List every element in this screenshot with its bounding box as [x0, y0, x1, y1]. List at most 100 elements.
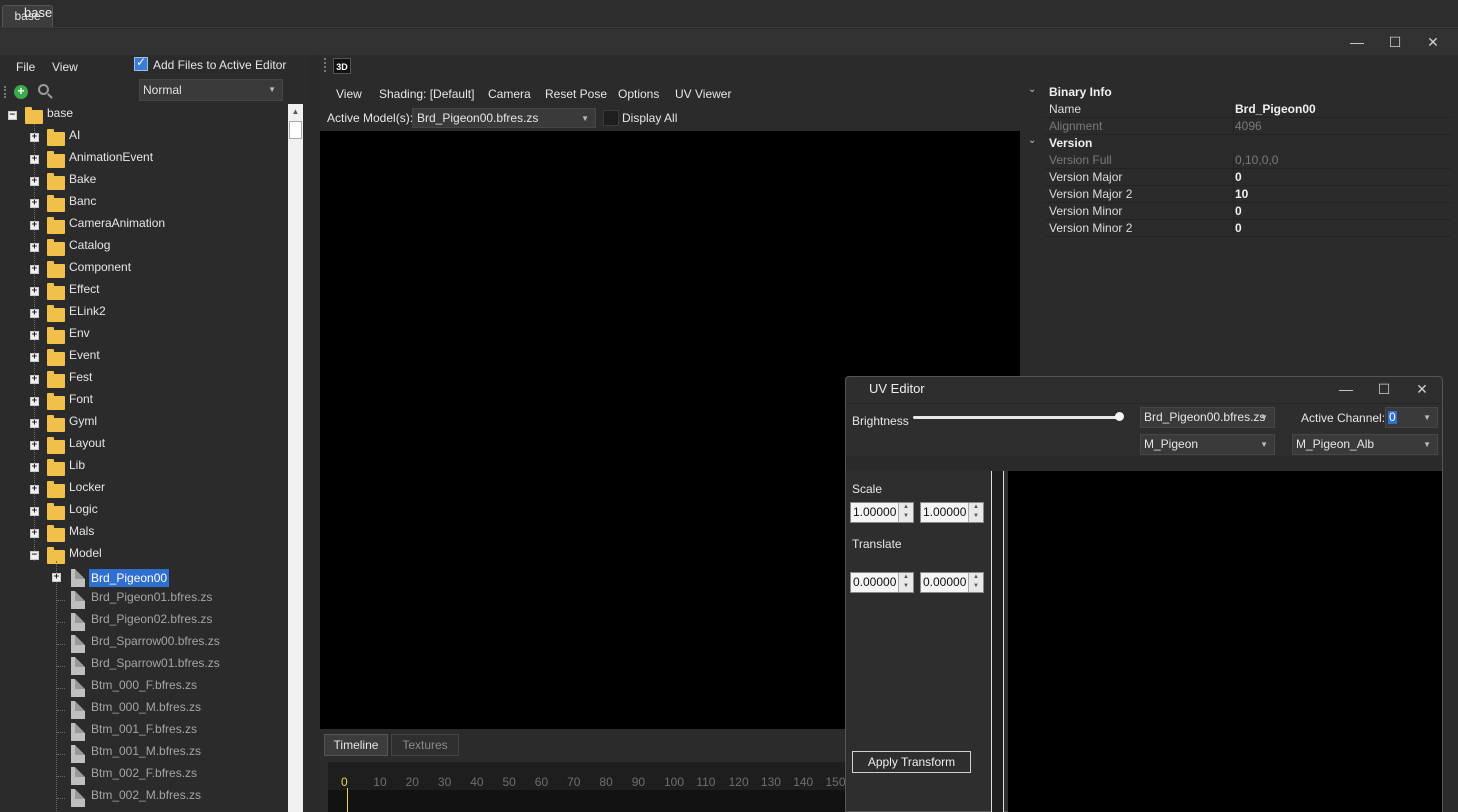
timeline-playhead[interactable]: [347, 788, 348, 812]
scale-y-input[interactable]: 1.00000 ▲ ▼: [920, 502, 984, 523]
tree-item-folder[interactable]: Gyml: [69, 414, 97, 428]
property-row[interactable]: Name Brd_Pigeon00: [1045, 101, 1451, 118]
expand-icon[interactable]: +: [30, 155, 39, 164]
expand-icon[interactable]: +: [30, 309, 39, 318]
expand-icon[interactable]: +: [30, 177, 39, 186]
property-row[interactable]: Version Minor 0: [1045, 203, 1451, 220]
menu-file[interactable]: File: [16, 60, 35, 74]
tree-item-folder[interactable]: AnimationEvent: [69, 150, 153, 164]
translate-x-input[interactable]: 0.00000 ▲ ▼: [850, 572, 914, 593]
tree-item-folder[interactable]: Catalog: [69, 238, 110, 252]
tree-item-file[interactable]: Btm_001_F.bfres.zs: [91, 722, 197, 736]
tree-item-file[interactable]: Btm_001_M.bfres.zs: [91, 744, 201, 758]
property-row[interactable]: Version Major 0: [1045, 169, 1451, 186]
expand-icon[interactable]: +: [30, 265, 39, 274]
translate-y-input[interactable]: 0.00000 ▲ ▼: [920, 572, 984, 593]
brightness-slider-handle[interactable]: [1115, 412, 1124, 421]
spinner-arrows-icon[interactable]: ▲ ▼: [968, 503, 983, 522]
timeline-track[interactable]: [328, 790, 845, 812]
tree-item-folder[interactable]: Logic: [69, 502, 98, 516]
expand-icon[interactable]: +: [30, 199, 39, 208]
expand-icon[interactable]: +: [30, 419, 39, 428]
tree-item-folder[interactable]: Locker: [69, 480, 105, 494]
tree-item-folder[interactable]: Font: [69, 392, 93, 406]
viewer-menu-uv-viewer[interactable]: UV Viewer: [675, 87, 731, 101]
tree-item-folder[interactable]: Model: [69, 546, 102, 560]
close-icon[interactable]: ✕: [1423, 32, 1443, 52]
scroll-up-icon[interactable]: ▲: [288, 104, 303, 120]
panel-splitter[interactable]: [308, 55, 320, 812]
spinner-arrows-icon[interactable]: ▲ ▼: [898, 503, 913, 522]
tree-item-selected[interactable]: Brd_Pigeon00: [89, 569, 170, 587]
tree-item-folder[interactable]: Component: [69, 260, 131, 274]
tree-item-file[interactable]: Brd_Pigeon01.bfres.zs: [91, 590, 212, 604]
tree-item-folder[interactable]: AI: [69, 128, 80, 142]
expand-icon[interactable]: +: [30, 331, 39, 340]
apply-transform-button[interactable]: Apply Transform: [852, 751, 971, 773]
material-select[interactable]: M_Pigeon ▼: [1140, 434, 1275, 455]
tree-item-folder[interactable]: Bake: [69, 172, 96, 186]
collapse-icon[interactable]: −: [8, 111, 17, 120]
display-all-checkbox[interactable]: [603, 110, 619, 126]
tree-item-folder[interactable]: Mals: [69, 524, 94, 538]
texture-select[interactable]: M_Pigeon_Alb ▼: [1292, 434, 1438, 455]
expand-icon[interactable]: +: [30, 133, 39, 142]
spinner-arrows-icon[interactable]: ▲ ▼: [968, 573, 983, 592]
expand-icon[interactable]: +: [52, 573, 61, 582]
maximize-icon[interactable]: ☐: [1374, 379, 1394, 399]
expand-icon[interactable]: +: [30, 441, 39, 450]
tree-item-folder[interactable]: CameraAnimation: [69, 216, 165, 230]
tree-item-folder[interactable]: Effect: [69, 282, 99, 296]
uv-splitter[interactable]: [991, 471, 1004, 812]
expand-icon[interactable]: +: [30, 507, 39, 516]
expand-icon[interactable]: +: [30, 485, 39, 494]
brightness-slider[interactable]: [913, 416, 1120, 419]
category-version[interactable]: ⌄ Version: [1028, 135, 1451, 152]
expand-icon[interactable]: +: [30, 529, 39, 538]
viewer-menu-reset-pose[interactable]: Reset Pose: [545, 87, 607, 101]
property-row[interactable]: Version Minor 2 0: [1045, 220, 1451, 237]
uv-canvas[interactable]: [1008, 471, 1442, 812]
scrollbar-thumb[interactable]: [289, 121, 302, 139]
tab-textures[interactable]: Textures: [391, 734, 459, 756]
property-row[interactable]: Version Full 0,10,0,0: [1045, 152, 1451, 169]
category-binary-info[interactable]: ⌄ Binary Info: [1028, 84, 1451, 101]
viewer-menu-view[interactable]: View: [336, 87, 362, 101]
tree-item-file[interactable]: Brd_Sparrow00.bfres.zs: [91, 634, 220, 648]
mode-select[interactable]: Normal ▼: [139, 79, 283, 101]
maximize-icon[interactable]: ☐: [1385, 32, 1405, 52]
tree-item-folder[interactable]: Env: [69, 326, 90, 340]
property-row[interactable]: Version Major 2 10: [1045, 186, 1451, 203]
viewer-menu-camera[interactable]: Camera: [488, 87, 531, 101]
active-model-select[interactable]: Brd_Pigeon00.bfres.zs ▼: [412, 108, 596, 128]
expand-icon[interactable]: +: [30, 287, 39, 296]
tree-item-folder[interactable]: Lib: [69, 458, 85, 472]
tree-item-folder[interactable]: Banc: [69, 194, 96, 208]
tree-item-file[interactable]: Btm_002_F.bfres.zs: [91, 766, 197, 780]
expand-icon[interactable]: +: [30, 243, 39, 252]
tree-item-folder[interactable]: Event: [69, 348, 100, 362]
property-row[interactable]: Alignment 4096: [1045, 118, 1451, 135]
tree-item-file[interactable]: Brd_Pigeon02.bfres.zs: [91, 612, 212, 626]
viewer-menu-shading[interactable]: Shading: [Default]: [379, 87, 474, 101]
expand-icon[interactable]: +: [30, 221, 39, 230]
tree-item-folder[interactable]: Fest: [69, 370, 92, 384]
tree-item-folder[interactable]: Layout: [69, 436, 105, 450]
expand-icon[interactable]: +: [30, 353, 39, 362]
add-files-checkbox[interactable]: ✓: [134, 55, 148, 71]
minimize-icon[interactable]: —: [1347, 32, 1367, 52]
tree-item-file[interactable]: Btm_000_F.bfres.zs: [91, 678, 197, 692]
expand-icon[interactable]: +: [30, 375, 39, 384]
tab-timeline[interactable]: Timeline: [324, 734, 388, 756]
tree-item-file[interactable]: Brd_Sparrow01.bfres.zs: [91, 656, 220, 670]
tree-scrollbar[interactable]: [288, 104, 303, 812]
viewer-menu-options[interactable]: Options: [618, 87, 659, 101]
tree-item-root[interactable]: base: [47, 106, 73, 120]
active-channel-select[interactable]: 0 ▼: [1385, 407, 1438, 428]
close-icon[interactable]: ✕: [1412, 379, 1432, 399]
uv-model-select[interactable]: Brd_Pigeon00.bfres.zs ▼: [1140, 407, 1275, 428]
expand-icon[interactable]: +: [30, 463, 39, 472]
minimize-icon[interactable]: —: [1336, 379, 1356, 399]
tree-item-folder[interactable]: ELink2: [69, 304, 106, 318]
collapse-icon[interactable]: −: [30, 551, 39, 560]
